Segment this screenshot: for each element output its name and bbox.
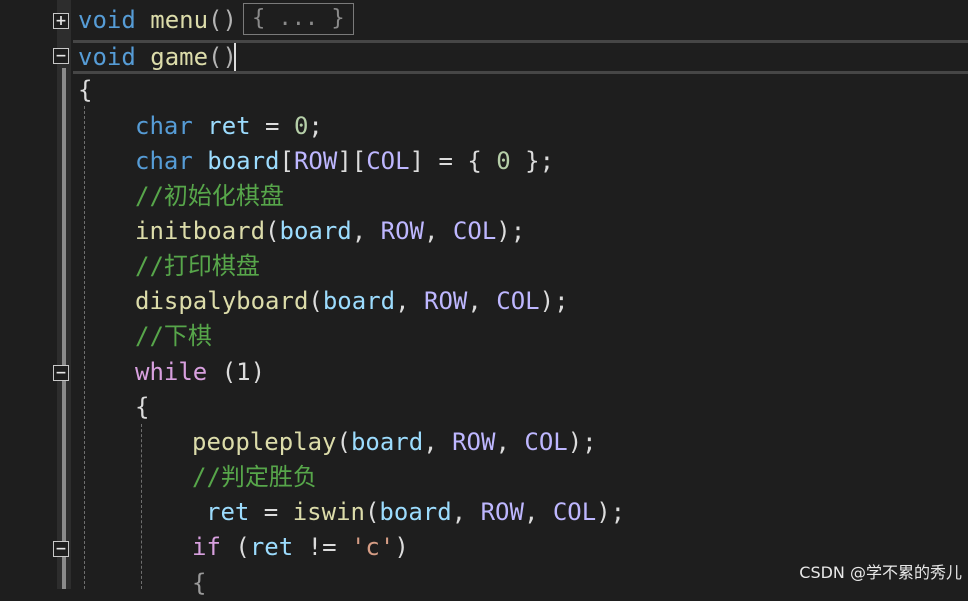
punctuation: (	[220, 533, 250, 561]
control-keyword: while	[135, 358, 208, 386]
identifier: board	[207, 147, 280, 175]
indent-guide	[141, 424, 142, 589]
control-keyword: if	[192, 533, 221, 561]
macro: COL	[552, 498, 597, 526]
identifier: ret	[206, 498, 250, 526]
code-line[interactable]: char board[ROW][COL] = { 0 };	[135, 144, 554, 179]
punctuation: (	[336, 428, 351, 456]
collapsed-block-placeholder[interactable]: { ... }	[242, 3, 354, 35]
comment: //判定胜负	[192, 463, 317, 491]
comment: //初始化棋盘	[135, 182, 284, 210]
code-line[interactable]: initboard(board, ROW, COL);	[135, 214, 525, 249]
punctuation: ] = {	[409, 147, 497, 175]
macro: ROW	[424, 287, 468, 315]
punctuation: ,	[523, 498, 553, 526]
punctuation: ,	[395, 287, 424, 315]
macro: ROW	[380, 217, 425, 245]
fold-collapse-icon[interactable]: −	[53, 365, 69, 381]
code-line[interactable]: peopleplay(board, ROW, COL);	[192, 425, 597, 460]
punctuation: ,	[423, 428, 453, 456]
punctuation: ,	[467, 287, 497, 315]
identifier: board	[322, 287, 396, 315]
code-line[interactable]: dispalyboard(board, ROW, COL);	[135, 284, 569, 319]
macro: COL	[452, 217, 497, 245]
punctuation: ,	[424, 217, 453, 245]
operator: =	[249, 498, 293, 526]
punctuation: };	[510, 147, 555, 175]
code-line[interactable]: if (ret != 'c')	[192, 530, 409, 565]
identifier: ret	[249, 533, 294, 561]
condition: (1)	[207, 358, 266, 386]
punctuation: (	[265, 217, 280, 245]
brace: {	[192, 569, 207, 597]
punctuation: ()	[208, 43, 237, 71]
macro: ROW	[293, 147, 338, 175]
function-name: menu	[150, 6, 209, 34]
watermark: CSDN @学不累的秀儿	[799, 563, 962, 582]
punctuation: );	[496, 217, 526, 245]
code-line[interactable]: while (1)	[135, 355, 265, 390]
macro: COL	[496, 287, 540, 315]
punctuation: );	[539, 287, 569, 315]
function-call: peopleplay	[192, 428, 337, 456]
macro: COL	[524, 428, 568, 456]
fold-expand-icon[interactable]: +	[53, 13, 69, 29]
text-caret	[234, 43, 236, 71]
operator: =	[250, 112, 294, 140]
function-name: game	[150, 43, 209, 71]
punctuation: );	[567, 428, 597, 456]
comment: //下棋	[135, 322, 212, 350]
comment-line[interactable]: //下棋	[135, 319, 212, 354]
punctuation: ;	[308, 112, 323, 140]
code-line[interactable]: void menu(){ ... }	[78, 3, 354, 38]
comment-line[interactable]: //判定胜负	[192, 460, 317, 495]
keyword: char	[135, 147, 193, 175]
code-line[interactable]: ret = iswin(board, ROW, COL);	[206, 495, 625, 530]
macro: COL	[366, 147, 410, 175]
number: 0	[293, 112, 309, 140]
punctuation: ][	[337, 147, 367, 175]
fold-collapse-icon[interactable]: −	[53, 541, 69, 557]
keyword: void	[78, 6, 136, 34]
punctuation: ,	[451, 498, 481, 526]
comment-line[interactable]: //打印棋盘	[135, 249, 260, 284]
punctuation: );	[596, 498, 626, 526]
punctuation: ,	[495, 428, 525, 456]
number: 0	[496, 147, 511, 175]
punctuation: (	[364, 498, 380, 526]
macro: ROW	[452, 428, 496, 456]
brace: {	[135, 393, 150, 421]
keyword: char	[135, 112, 193, 140]
function-call: initboard	[135, 217, 266, 245]
code-line[interactable]: {	[192, 566, 206, 601]
function-call: iswin	[292, 498, 365, 526]
char-literal: 'c'	[350, 533, 395, 561]
code-line[interactable]: {	[78, 73, 92, 108]
punctuation: )	[394, 533, 409, 561]
punctuation: [	[279, 147, 294, 175]
punctuation: ,	[351, 217, 381, 245]
identifier: ret	[207, 112, 251, 140]
operator: !=	[293, 533, 351, 561]
fold-collapse-icon[interactable]: −	[53, 48, 69, 64]
comment-line[interactable]: //初始化棋盘	[135, 179, 284, 214]
function-call: dispalyboard	[135, 287, 309, 315]
brace: {	[78, 76, 93, 104]
punctuation: ()	[208, 6, 237, 34]
line-number-gutter	[0, 0, 54, 589]
indent-guide	[84, 106, 85, 589]
keyword: void	[78, 43, 136, 71]
code-line[interactable]: char ret = 0;	[135, 109, 323, 144]
identifier: board	[279, 217, 352, 245]
identifier: board	[379, 498, 452, 526]
change-marker	[62, 68, 66, 589]
punctuation: (	[308, 287, 323, 315]
code-line[interactable]: {	[135, 390, 149, 425]
identifier: board	[350, 428, 424, 456]
code-line[interactable]: void game()	[78, 40, 237, 75]
macro: ROW	[480, 498, 524, 526]
comment: //打印棋盘	[135, 252, 260, 280]
